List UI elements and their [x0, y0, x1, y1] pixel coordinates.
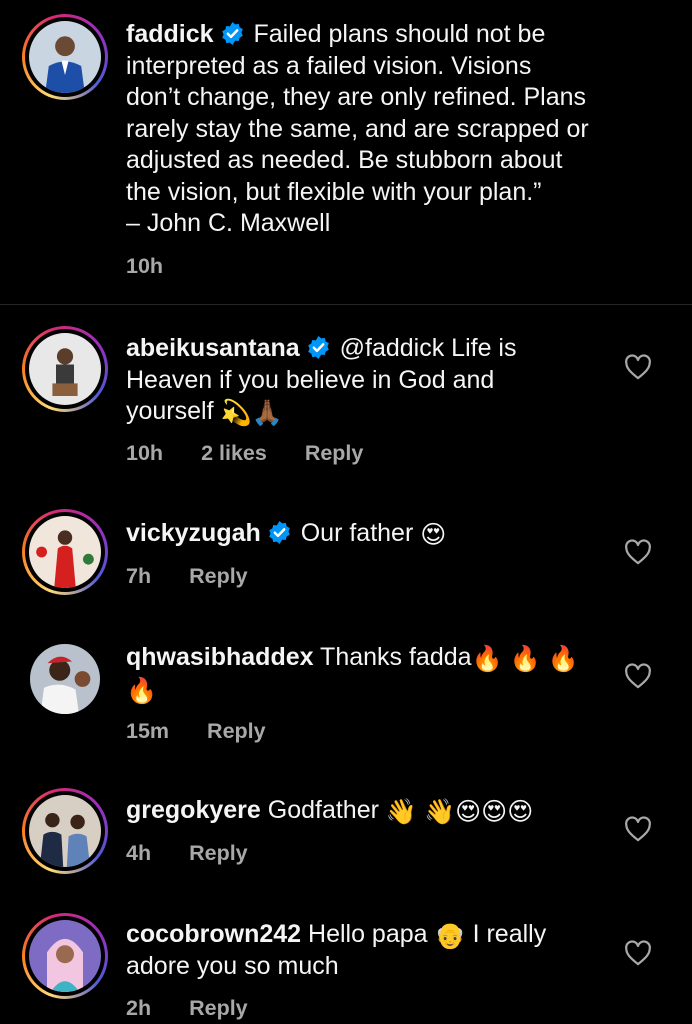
reply-button[interactable]: Reply [305, 441, 364, 466]
comment-timestamp: 15m [126, 719, 170, 743]
comment-timestamp: 2h [126, 996, 152, 1020]
comment-avatar[interactable] [22, 509, 108, 595]
comment-meta: 10h 2 likes Reply [126, 441, 401, 466]
heart-outline-icon[interactable] [624, 940, 652, 966]
comment-avatar[interactable] [30, 644, 100, 714]
comment-meta: 15m Reply [126, 719, 304, 744]
comment-username[interactable]: cocobrown242 [126, 920, 301, 948]
caption-timestamp: 10h [126, 254, 164, 278]
comment-username[interactable]: gregokyere [126, 796, 261, 824]
comment-line-1: @faddick Life is [339, 334, 517, 362]
comment-emoji: 👋 👋😍😍😍 [385, 798, 534, 826]
comment-meta: 7h Reply [126, 564, 286, 589]
comments-screen: faddick Failed plans should not be inter… [0, 0, 692, 1024]
comment-emoji-line-2: 🔥 [126, 676, 158, 705]
comment-text: gregokyere Godfather 👋 👋😍😍😍 [126, 795, 616, 827]
caption-line-6: the vision, but flexible with your plan.… [126, 177, 542, 206]
comment-timestamp: 4h [126, 841, 152, 865]
comment-avatar[interactable] [22, 326, 108, 412]
reply-button[interactable]: Reply [189, 564, 248, 589]
heart-outline-icon[interactable] [624, 663, 652, 689]
comment-username[interactable]: abeikusantana [126, 334, 300, 362]
comment-line-1: Godfather [267, 796, 379, 824]
caption-line-3: don’t change, they are only refined. Pla… [126, 83, 587, 111]
comment-username[interactable]: vickyzugah [126, 519, 261, 547]
comment-avatar[interactable] [22, 788, 108, 874]
caption-line-4: rarely stay the same, and are scrapped o… [126, 114, 589, 143]
comment-line-1: Our father [300, 519, 414, 547]
caption-line-2: interpreted as a failed vision. Visions [126, 51, 532, 80]
comment-timestamp: 7h [126, 564, 152, 588]
comment-emoji: 🔥 🔥 🔥 [471, 645, 579, 673]
comment-text: abeikusantana @faddick Life is Heaven if… [126, 333, 616, 428]
comment-line-1: Thanks fadda [320, 643, 472, 671]
comment-emoji: 👴 [434, 922, 466, 950]
caption-meta: 10h [126, 254, 201, 279]
caption-text: faddick Failed plans should not be inter… [126, 19, 646, 240]
comment-meta: 2h Reply [126, 996, 286, 1021]
caption-username[interactable]: faddick [126, 20, 214, 48]
comment-username[interactable]: qhwasibhaddex [126, 643, 314, 671]
heart-outline-icon[interactable] [624, 539, 652, 565]
comment-emoji: 💫🙏🏾 [220, 399, 283, 427]
comment-avatar[interactable] [22, 913, 108, 999]
comment-line-3: yourself [126, 397, 214, 425]
verified-badge-icon [221, 22, 243, 45]
comment-line-2: adore you so much [126, 951, 339, 980]
caption-avatar[interactable] [22, 14, 108, 100]
comment-line-2: Heaven if you believe in God and [126, 365, 495, 394]
comment-line-1b: I really [472, 920, 547, 948]
verified-badge-icon [307, 336, 329, 359]
comment-text: qhwasibhaddex Thanks fadda🔥 🔥 🔥 🔥 [126, 642, 616, 705]
caption-line-1: Failed plans should not be [253, 20, 546, 48]
comment-text: vickyzugah Our father 😍 [126, 518, 616, 550]
heart-outline-icon[interactable] [624, 816, 652, 842]
comment-likes[interactable]: 2 likes [201, 441, 267, 466]
comment-timestamp: 10h [126, 441, 164, 465]
comment-emoji: 😍 [420, 521, 447, 549]
reply-button[interactable]: Reply [189, 841, 248, 866]
caption-line-5: adjusted as needed. Be stubborn about [126, 146, 563, 174]
divider [0, 304, 692, 305]
comment-line-1: Hello papa [308, 920, 428, 948]
reply-button[interactable]: Reply [207, 719, 266, 744]
post-caption: faddick Failed plans should not be inter… [0, 0, 692, 305]
reply-button[interactable]: Reply [189, 996, 248, 1021]
caption-line-7: – John C. Maxwell [126, 209, 331, 237]
verified-badge-icon [268, 521, 290, 544]
heart-outline-icon[interactable] [624, 354, 652, 380]
comment-meta: 4h Reply [126, 841, 286, 866]
comment-text: cocobrown242 Hello papa 👴 I really adore… [126, 919, 616, 982]
